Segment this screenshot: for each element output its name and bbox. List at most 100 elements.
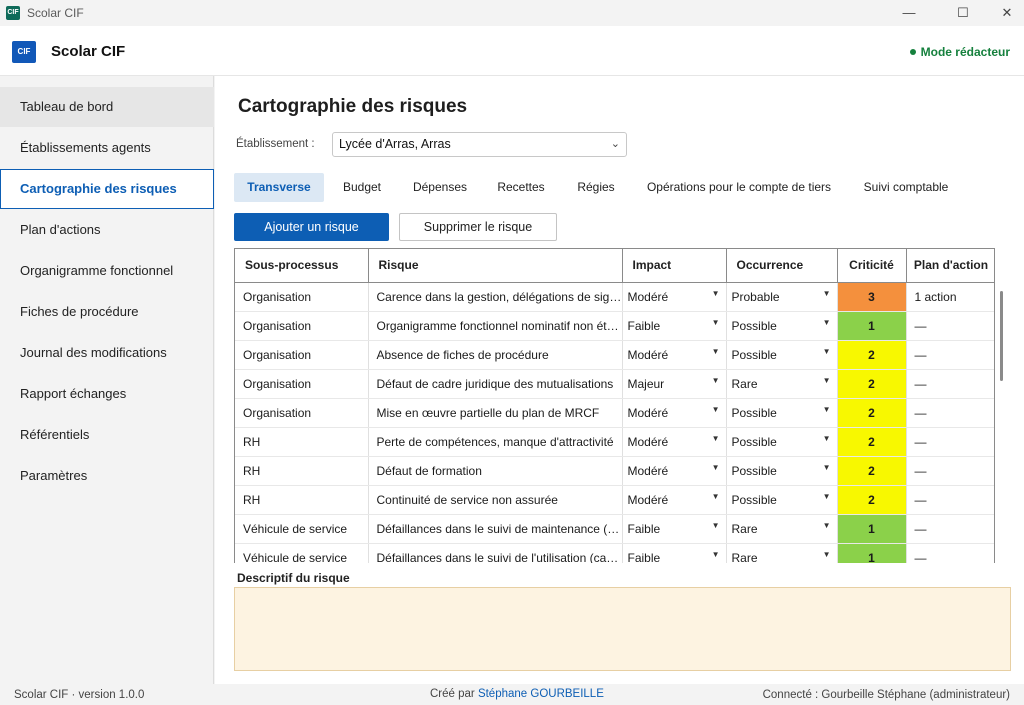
minimize-button[interactable]: — xyxy=(886,0,932,26)
table-row[interactable]: Organisation Mise en œuvre partielle du p… xyxy=(235,398,994,428)
sidebar-item-tableau-de-bord[interactable]: Tableau de bord xyxy=(0,87,214,127)
cell-occurrence-combo[interactable]: Rare ▼ xyxy=(726,514,838,544)
cell-plan-action[interactable]: — xyxy=(906,311,994,341)
dropdown-arrow-icon[interactable]: ▼ xyxy=(712,463,720,472)
cell-impact-combo[interactable]: Faible ▼ xyxy=(622,514,727,544)
add-risk-button[interactable]: Ajouter un risque xyxy=(234,213,389,241)
cell-risque[interactable]: Défaut de cadre juridique des mutualisat… xyxy=(368,369,623,399)
dropdown-arrow-icon[interactable]: ▼ xyxy=(823,434,831,443)
tab-recettes[interactable]: Recettes xyxy=(489,173,553,202)
cell-plan-action[interactable]: — xyxy=(906,456,994,486)
cell-impact-combo[interactable]: Majeur ▼ xyxy=(622,369,727,399)
cell-risque[interactable]: Défaillances dans le suivi de l'utilisat… xyxy=(368,543,623,563)
cell-plan-action[interactable]: 1 action xyxy=(906,282,994,312)
dropdown-arrow-icon[interactable]: ▼ xyxy=(712,289,720,298)
sidebar-item-cartographie[interactable]: Cartographie des risques xyxy=(0,169,214,209)
cell-sous-processus[interactable]: Organisation xyxy=(235,340,369,370)
dropdown-arrow-icon[interactable]: ▼ xyxy=(712,550,720,559)
cell-impact-combo[interactable]: Modéré ▼ xyxy=(622,456,727,486)
sidebar-item-organigramme[interactable]: Organigramme fonctionnel xyxy=(0,251,214,291)
cell-impact-combo[interactable]: Modéré ▼ xyxy=(622,282,727,312)
sidebar-item-plan-actions[interactable]: Plan d'actions xyxy=(0,210,214,250)
cell-risque[interactable]: Continuité de service non assurée xyxy=(368,485,623,515)
sidebar-item-rapport[interactable]: Rapport échanges xyxy=(0,374,214,414)
column-header[interactable]: Criticité xyxy=(837,249,907,283)
cell-impact-combo[interactable]: Modéré ▼ xyxy=(622,427,727,457)
column-header[interactable]: Impact xyxy=(622,249,727,283)
cell-sous-processus[interactable]: RH xyxy=(235,427,369,457)
delete-risk-button[interactable]: Supprimer le risque xyxy=(399,213,557,241)
cell-impact-combo[interactable]: Faible ▼ xyxy=(622,543,727,563)
dropdown-arrow-icon[interactable]: ▼ xyxy=(712,347,720,356)
cell-sous-processus[interactable]: Véhicule de service xyxy=(235,514,369,544)
cell-plan-action[interactable]: — xyxy=(906,485,994,515)
etablissement-select[interactable]: Lycée d'Arras, Arras ⌄ xyxy=(332,132,627,157)
dropdown-arrow-icon[interactable]: ▼ xyxy=(823,376,831,385)
cell-risque[interactable]: Organigramme fonctionnel nominatif non é… xyxy=(368,311,623,341)
column-header[interactable]: Occurrence xyxy=(726,249,838,283)
dropdown-arrow-icon[interactable]: ▼ xyxy=(823,492,831,501)
cell-plan-action[interactable]: — xyxy=(906,369,994,399)
tab-transverse[interactable]: Transverse xyxy=(234,173,324,202)
descriptif-textarea[interactable] xyxy=(234,587,1011,671)
column-header[interactable]: Plan d'action xyxy=(906,249,994,283)
table-row[interactable]: Organisation Carence dans la gestion, dél… xyxy=(235,282,994,312)
table-row[interactable]: Organisation Défaut de cadre juridique de… xyxy=(235,369,994,399)
column-header[interactable]: Risque xyxy=(368,249,623,283)
cell-plan-action[interactable]: — xyxy=(906,340,994,370)
cell-occurrence-combo[interactable]: Possible ▼ xyxy=(726,485,838,515)
cell-occurrence-combo[interactable]: Rare ▼ xyxy=(726,543,838,563)
cell-risque[interactable]: Défaut de formation xyxy=(368,456,623,486)
sidebar-item-etablissements[interactable]: Établissements agents xyxy=(0,128,214,168)
tab-operations-tiers[interactable]: Opérations pour le compte de tiers xyxy=(639,173,839,202)
close-button[interactable]: ✕ xyxy=(984,0,1024,26)
table-row[interactable]: Véhicule de service Défaillances dans le … xyxy=(235,543,994,563)
cell-occurrence-combo[interactable]: Possible ▼ xyxy=(726,398,838,428)
dropdown-arrow-icon[interactable]: ▼ xyxy=(712,405,720,414)
tab-regies[interactable]: Régies xyxy=(569,173,623,202)
sidebar-item-parametres[interactable]: Paramètres xyxy=(0,456,214,496)
cell-impact-combo[interactable]: Modéré ▼ xyxy=(622,398,727,428)
column-header[interactable]: Sous-processus xyxy=(235,249,369,283)
table-row[interactable]: Véhicule de service Défaillances dans le … xyxy=(235,514,994,544)
dropdown-arrow-icon[interactable]: ▼ xyxy=(712,434,720,443)
cell-sous-processus[interactable]: Véhicule de service xyxy=(235,543,369,563)
table-row[interactable]: Organisation Absence de fiches de procédu… xyxy=(235,340,994,370)
table-row[interactable]: RH Perte de compétences, manque d'attract… xyxy=(235,427,994,457)
cell-occurrence-combo[interactable]: Possible ▼ xyxy=(726,340,838,370)
dropdown-arrow-icon[interactable]: ▼ xyxy=(823,318,831,327)
cell-occurrence-combo[interactable]: Probable ▼ xyxy=(726,282,838,312)
cell-sous-processus[interactable]: RH xyxy=(235,456,369,486)
cell-impact-combo[interactable]: Modéré ▼ xyxy=(622,485,727,515)
cell-sous-processus[interactable]: Organisation xyxy=(235,369,369,399)
dropdown-arrow-icon[interactable]: ▼ xyxy=(712,521,720,530)
sidebar-item-journal[interactable]: Journal des modifications xyxy=(0,333,214,373)
cell-risque[interactable]: Mise en œuvre partielle du plan de MRCF xyxy=(368,398,623,428)
sidebar-item-referentiels[interactable]: Référentiels xyxy=(0,415,214,455)
sidebar-item-fiches-procedure[interactable]: Fiches de procédure xyxy=(0,292,214,332)
cell-occurrence-combo[interactable]: Possible ▼ xyxy=(726,456,838,486)
table-row[interactable]: RH Continuité de service non assurée Modér… xyxy=(235,485,994,515)
dropdown-arrow-icon[interactable]: ▼ xyxy=(823,521,831,530)
cell-plan-action[interactable]: — xyxy=(906,543,994,563)
dropdown-arrow-icon[interactable]: ▼ xyxy=(823,405,831,414)
cell-plan-action[interactable]: — xyxy=(906,427,994,457)
maximize-button[interactable]: ☐ xyxy=(940,0,986,26)
cell-occurrence-combo[interactable]: Possible ▼ xyxy=(726,311,838,341)
cell-plan-action[interactable]: — xyxy=(906,398,994,428)
tab-depenses[interactable]: Dépenses xyxy=(406,173,474,202)
cell-sous-processus[interactable]: Organisation xyxy=(235,311,369,341)
cell-sous-processus[interactable]: RH xyxy=(235,485,369,515)
cell-risque[interactable]: Défaillances dans le suivi de maintenanc… xyxy=(368,514,623,544)
cell-risque[interactable]: Absence de fiches de procédure xyxy=(368,340,623,370)
cell-impact-combo[interactable]: Modéré ▼ xyxy=(622,340,727,370)
cell-impact-combo[interactable]: Faible ▼ xyxy=(622,311,727,341)
author-link[interactable]: Stéphane GOURBEILLE xyxy=(478,688,604,700)
dropdown-arrow-icon[interactable]: ▼ xyxy=(712,376,720,385)
cell-sous-processus[interactable]: Organisation xyxy=(235,282,369,312)
cell-plan-action[interactable]: — xyxy=(906,514,994,544)
cell-sous-processus[interactable]: Organisation xyxy=(235,398,369,428)
table-row[interactable]: Organisation Organigramme fonctionnel nom… xyxy=(235,311,994,341)
tab-suivi-comptable[interactable]: Suivi comptable xyxy=(853,173,959,202)
dropdown-arrow-icon[interactable]: ▼ xyxy=(712,492,720,501)
